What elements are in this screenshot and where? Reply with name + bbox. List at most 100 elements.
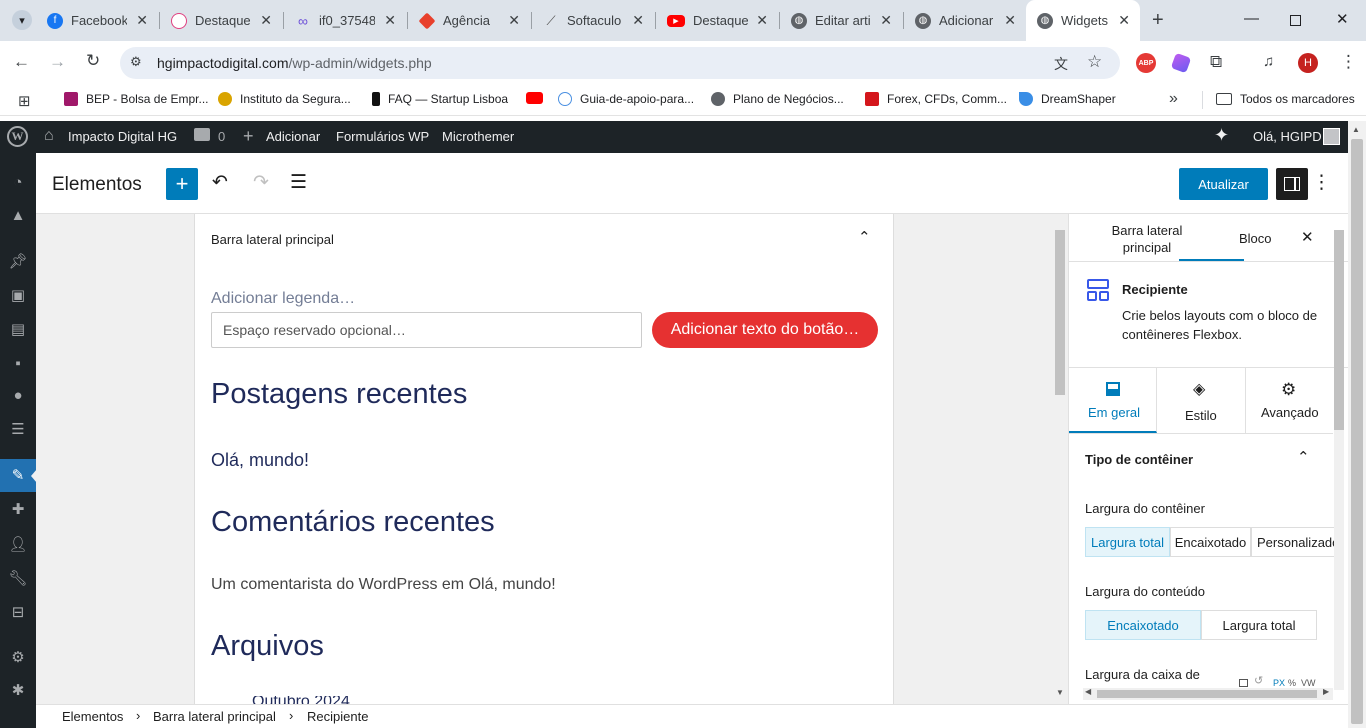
bookmark-item[interactable]: Instituto da Segura... (218, 92, 351, 106)
plugins-icon[interactable]: ✚ (8, 499, 28, 519)
tab-sidebar[interactable]: Barra lateral principal (1081, 222, 1213, 262)
reset-icon[interactable]: ↺ (1254, 674, 1263, 687)
search-input[interactable]: Espaço reservado opcional… (211, 312, 642, 348)
profile-avatar[interactable]: H (1298, 53, 1318, 73)
templates-icon[interactable]: ☰ (8, 419, 28, 439)
comment-author-link[interactable]: Um comentarista do WordPress (211, 576, 437, 593)
window-close-icon[interactable]: ✕ (1336, 10, 1349, 28)
users-icon[interactable]: 👤︎ (8, 534, 28, 554)
close-icon[interactable]: ✕ (880, 12, 892, 29)
all-bookmarks-folder[interactable]: Todos os marcadores (1216, 92, 1355, 106)
comments-icon[interactable]: ▪ (8, 353, 28, 373)
search-button[interactable]: Adicionar texto do botão… (652, 312, 878, 348)
browser-tab[interactable]: f Facebook ✕ (36, 0, 158, 41)
settings-toggle-button[interactable] (1276, 168, 1308, 200)
unit-vw[interactable]: VW (1301, 678, 1316, 688)
close-icon[interactable]: ✕ (756, 12, 768, 29)
forward-icon[interactable]: → (49, 52, 66, 72)
device-icon[interactable] (1239, 679, 1248, 687)
browser-tab[interactable]: Destaque ✕ (160, 0, 282, 41)
dashboard-icon[interactable]: ◔ (8, 172, 28, 192)
gear-icon[interactable]: ⚙ (8, 647, 28, 667)
minimize-icon[interactable]: — (1244, 10, 1259, 27)
container-width-custom[interactable]: Personalizado (1251, 527, 1341, 557)
apps-grid-icon[interactable]: ⊞ (18, 92, 31, 110)
inserter-button[interactable]: + (166, 168, 198, 200)
comment-icon[interactable] (194, 128, 210, 141)
browser-tab[interactable]: Agência ✕ (408, 0, 530, 41)
avatar[interactable] (1323, 128, 1340, 145)
bookmark-item[interactable]: DreamShaper (1019, 92, 1116, 106)
browser-tab[interactable]: ◍ Adicionar ✕ (904, 0, 1026, 41)
caption-input[interactable]: Adicionar legenda… (211, 290, 355, 308)
microthemer-link[interactable]: Microthemer (442, 129, 514, 144)
container-width-boxed[interactable]: Encaixotado (1170, 527, 1251, 557)
pin-icon[interactable]: 📌︎ (8, 251, 28, 271)
bookmark-item[interactable]: BEP - Bolsa de Empr... (64, 92, 209, 106)
content-width-full[interactable]: Largura total (1201, 610, 1317, 640)
options-menu-icon[interactable]: ⋮ (1312, 171, 1331, 194)
inspector-v-scrollbar[interactable] (1334, 230, 1344, 690)
inspector-h-scrollbar[interactable]: ◀ ▶ (1083, 687, 1333, 700)
browser-menu-icon[interactable]: ⋮ (1340, 52, 1357, 72)
elementor-icon[interactable]: ● (8, 385, 28, 405)
back-icon[interactable]: ← (13, 52, 30, 72)
bookmark-item[interactable]: Guia-de-apoio-para... (558, 92, 694, 106)
close-icon[interactable]: ✕ (384, 12, 396, 29)
breadcrumb-item[interactable]: Elementos (62, 709, 123, 724)
account-greeting[interactable]: Olá, HGIPD (1253, 129, 1322, 144)
container-width-full[interactable]: Largura total (1085, 527, 1170, 557)
archive-link[interactable]: Outubro 2024 (252, 696, 350, 704)
bookmark-item[interactable]: FAQ — Startup Lisboa (372, 92, 508, 106)
update-button[interactable]: Atualizar (1179, 168, 1268, 200)
forms-link[interactable]: Formulários WP (336, 129, 429, 144)
adblock-icon[interactable]: ABP (1136, 53, 1156, 73)
content-width-boxed[interactable]: Encaixotado (1085, 610, 1201, 640)
sparkle-icon[interactable]: ✦ (1214, 125, 1229, 146)
list-view-icon[interactable]: ☰ (290, 171, 307, 194)
recent-post-link[interactable]: Olá, mundo! (211, 450, 309, 471)
pages-icon[interactable]: ▤ (8, 319, 28, 339)
restore-icon[interactable] (1290, 15, 1301, 26)
add-new-link[interactable]: Adicionar (266, 129, 320, 144)
close-icon[interactable]: ✕ (1301, 228, 1314, 246)
close-icon[interactable]: ✕ (1004, 12, 1016, 29)
undo-icon[interactable]: ↶ (212, 171, 228, 194)
tools-icon[interactable]: 🔧︎ (8, 568, 28, 588)
close-icon[interactable]: ✕ (136, 12, 148, 29)
panel-section-title[interactable]: Tipo de contêiner (1085, 452, 1193, 467)
browser-tab[interactable]: ⟋ Softaculo ✕ (532, 0, 654, 41)
bookmark-item[interactable] (526, 92, 551, 104)
home-icon[interactable]: ⌂ (44, 127, 54, 145)
reload-icon[interactable]: ↻ (86, 51, 100, 71)
subtab-general[interactable]: Em geral (1069, 368, 1157, 433)
astra-icon[interactable]: ▲ (8, 205, 28, 225)
site-info-icon[interactable]: ⚙ (130, 54, 142, 70)
browser-tab[interactable]: ▶ Destaque ✕ (656, 0, 778, 41)
scroll-down-arrow[interactable]: ▼ (1056, 688, 1064, 697)
close-icon[interactable]: ✕ (508, 12, 520, 29)
close-icon[interactable]: ✕ (260, 12, 272, 29)
extensions-puzzle-icon[interactable]: ⧉ (1210, 52, 1222, 72)
unit-percent[interactable]: % (1288, 678, 1296, 688)
close-icon[interactable]: ✕ (632, 12, 644, 29)
media-control-icon[interactable]: ♫ (1263, 53, 1274, 70)
new-tab-button[interactable]: + (1152, 9, 1164, 32)
puzzle-icon[interactable]: ✱ (8, 680, 28, 700)
more-bookmarks-button[interactable]: » (1169, 90, 1178, 108)
site-name-link[interactable]: Impacto Digital HG (68, 129, 177, 144)
browser-tab-active[interactable]: ◍ Widgets ✕ (1026, 0, 1140, 41)
browser-tab[interactable]: ∞ if0_37548 ✕ (284, 0, 406, 41)
subtab-advanced[interactable]: ⚙ Avançado (1245, 368, 1333, 433)
browser-tab[interactable]: ◍ Editar arti ✕ (780, 0, 902, 41)
breadcrumb-item[interactable]: Barra lateral principal (153, 709, 276, 724)
redo-icon[interactable]: ↷ (253, 171, 269, 194)
wordpress-logo-icon[interactable]: W (7, 126, 28, 147)
page-scrollbar[interactable]: ▲ (1348, 121, 1366, 728)
widget-area-block[interactable]: Barra lateral principal ⌃ Adicionar lege… (194, 214, 894, 704)
tab-block[interactable]: Bloco (1239, 231, 1272, 246)
unit-px[interactable]: PX (1273, 678, 1285, 688)
close-icon[interactable]: ✕ (1118, 12, 1130, 29)
subtab-style[interactable]: ◈ Estilo (1157, 368, 1245, 433)
canvas-scrollbar[interactable] (1055, 230, 1065, 696)
